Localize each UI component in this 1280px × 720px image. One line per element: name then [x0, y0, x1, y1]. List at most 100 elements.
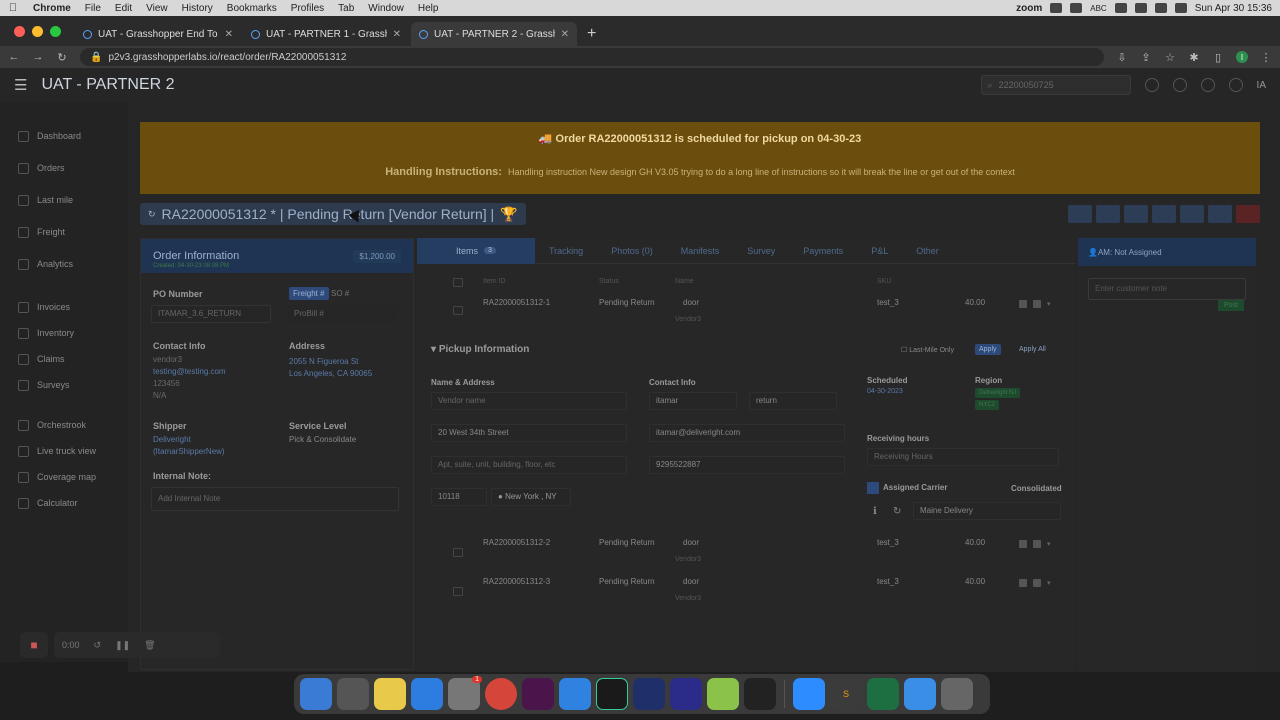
headphones-icon[interactable] [1114, 3, 1127, 13]
launchpad-icon[interactable] [337, 678, 369, 710]
browser-tab-3-active[interactable]: UAT - PARTNER 2 - Grassh ✕ [411, 22, 577, 46]
apply-button[interactable]: Apply [975, 344, 1001, 355]
edit-icon[interactable] [1019, 540, 1027, 548]
address-bar[interactable]: 🔒 p2v3.grasshopperlabs.io/react/order/RA… [80, 48, 1104, 66]
input-source[interactable]: ABC [1090, 4, 1106, 13]
slack-icon[interactable] [522, 678, 554, 710]
last-name-input[interactable]: return [749, 392, 837, 410]
sidepanel-icon[interactable]: ▯ [1212, 51, 1224, 64]
sidebar-item-analytics[interactable]: Analytics [0, 248, 128, 280]
cancel-order-button[interactable] [1236, 205, 1260, 223]
table-row[interactable]: RA22000051312-2 Pending Return door Vend… [417, 536, 1075, 572]
camera-icon[interactable]: ■ [20, 632, 48, 658]
tab-photos[interactable]: Photos (0) [597, 238, 667, 264]
browser-tab-1[interactable]: UAT - Grasshopper End To End ✕ [75, 22, 241, 46]
receiving-hours-input[interactable]: Receiving Hours [867, 448, 1059, 466]
maximize-window-icon[interactable] [50, 25, 61, 37]
notifications-bell-icon[interactable] [1172, 78, 1187, 92]
chrome-icon[interactable] [485, 678, 517, 710]
pause-icon[interactable]: ❚❚ [115, 640, 130, 651]
maps-icon[interactable] [559, 678, 591, 710]
help-icon[interactable] [1144, 78, 1159, 92]
copy-icon[interactable] [1033, 540, 1041, 548]
street-input[interactable]: 20 West 34th Street [431, 424, 627, 442]
chevron-down-icon[interactable]: ▾ [1047, 579, 1055, 587]
internal-note-input[interactable]: Add Internal Note [151, 487, 399, 511]
record-status-icon[interactable] [1050, 3, 1063, 13]
shipper-name[interactable]: Deliveright [153, 435, 191, 444]
kebab-menu-icon[interactable]: ⋮ [1260, 51, 1272, 64]
back-arrow-icon[interactable]: ← [8, 51, 20, 63]
download-icon[interactable]: ⇩ [1116, 51, 1128, 64]
sublime-icon[interactable]: S [830, 678, 862, 710]
zoom-status[interactable]: zoom [1016, 3, 1042, 14]
tab-manifests[interactable]: Manifests [667, 238, 734, 264]
apple-icon[interactable]:  [0, 2, 26, 14]
region-sub-tag[interactable]: NYC2 [975, 400, 1000, 410]
browser-tab-2[interactable]: UAT - PARTNER 1 - Grasshopp ✕ [243, 22, 409, 46]
row-checkbox[interactable] [453, 548, 463, 557]
sidebar-item-freight[interactable]: Freight [0, 216, 128, 248]
apply-all-button[interactable]: Apply All [1015, 344, 1050, 355]
row-checkbox[interactable] [453, 587, 463, 596]
zip-input[interactable]: 10118 [431, 488, 487, 506]
extensions-icon[interactable]: ✱ [1188, 51, 1200, 64]
vendor-name-input[interactable]: Vendor name [431, 392, 627, 410]
sidebar-item-calculator[interactable]: Calculator [0, 490, 128, 516]
region-tag[interactable]: Deliveright NJ [975, 388, 1021, 398]
webstorm-icon[interactable] [633, 678, 665, 710]
mail-icon[interactable] [904, 678, 936, 710]
edit-icon[interactable] [1019, 579, 1027, 587]
bookmark-star-icon[interactable]: ☆ [1164, 51, 1176, 64]
close-tab-icon[interactable]: ✕ [561, 29, 569, 40]
email-input[interactable]: itamar@deliveright.com [649, 424, 845, 442]
contact-email[interactable]: testing@testing.com [153, 367, 226, 376]
user-avatar[interactable]: IA [1257, 80, 1266, 91]
menu-history[interactable]: History [175, 3, 220, 14]
phone-input[interactable]: 9295522887 [649, 456, 845, 474]
tab-payments[interactable]: Payments [789, 238, 857, 264]
address-line-2[interactable]: Los Angeles, CA 90065 [289, 369, 372, 378]
app-store-icon[interactable] [411, 678, 443, 710]
pycharm-icon[interactable] [596, 678, 628, 710]
sidebar-item-last-mile[interactable]: Last mile [0, 184, 128, 216]
copy-icon[interactable] [1033, 579, 1041, 587]
hamburger-menu-icon[interactable]: ☰ [14, 76, 27, 94]
history-icon[interactable] [1200, 78, 1215, 92]
carrier-select[interactable]: Maine Delivery [913, 502, 1061, 520]
copy-icon[interactable] [1033, 300, 1041, 308]
sidebar-item-coverage-map[interactable]: Coverage map [0, 464, 128, 490]
sidebar-item-live-truck-view[interactable]: Live truck view [0, 438, 128, 464]
tab-items[interactable]: Items 3 [417, 237, 535, 264]
refresh-icon[interactable]: ↻ [148, 209, 156, 220]
restart-icon[interactable]: ↺ [94, 640, 102, 651]
print-button[interactable] [1096, 205, 1120, 223]
table-row[interactable]: RA22000051312-3 Pending Return door Vend… [417, 575, 1075, 611]
forward-arrow-icon[interactable]: → [32, 51, 44, 63]
reload-icon[interactable]: ↻ [56, 51, 68, 64]
excel-icon[interactable] [867, 678, 899, 710]
flag-button[interactable] [1124, 205, 1148, 223]
sidebar-item-claims[interactable]: Claims [0, 346, 128, 372]
apt-input[interactable]: Apt, suite, unit, building, floor, etc [431, 456, 627, 474]
menu-help[interactable]: Help [411, 3, 446, 14]
scheduled-date[interactable]: 04-30-2023 [867, 388, 903, 395]
menu-window[interactable]: Window [361, 3, 411, 14]
bluetooth-icon[interactable] [1070, 3, 1083, 13]
freight-toggle[interactable]: Freight # [289, 287, 329, 300]
tab-pnl[interactable]: P&L [857, 238, 902, 264]
menu-bookmarks[interactable]: Bookmarks [220, 3, 284, 14]
table-row[interactable]: RA22000051312-1 Pending Return door Vend… [417, 296, 1075, 332]
menubar-clock[interactable]: Sun Apr 30 15:36 [1195, 3, 1272, 14]
row-checkbox[interactable] [453, 306, 463, 315]
share-icon[interactable]: ⇪ [1140, 51, 1152, 64]
info-icon[interactable]: ℹ [873, 506, 877, 517]
email-button[interactable] [1152, 205, 1176, 223]
menu-view[interactable]: View [139, 3, 175, 14]
document-menu-button[interactable] [1068, 205, 1092, 223]
sidebar-item-inventory[interactable]: Inventory [0, 320, 128, 346]
shipper-sub[interactable]: (ItamarShipperNew) [153, 447, 225, 456]
pickup-title[interactable]: ▾ Pickup Information [431, 344, 529, 355]
chevron-down-icon[interactable]: ▾ [1047, 540, 1055, 548]
refresh-icon[interactable]: ↻ [893, 506, 901, 517]
